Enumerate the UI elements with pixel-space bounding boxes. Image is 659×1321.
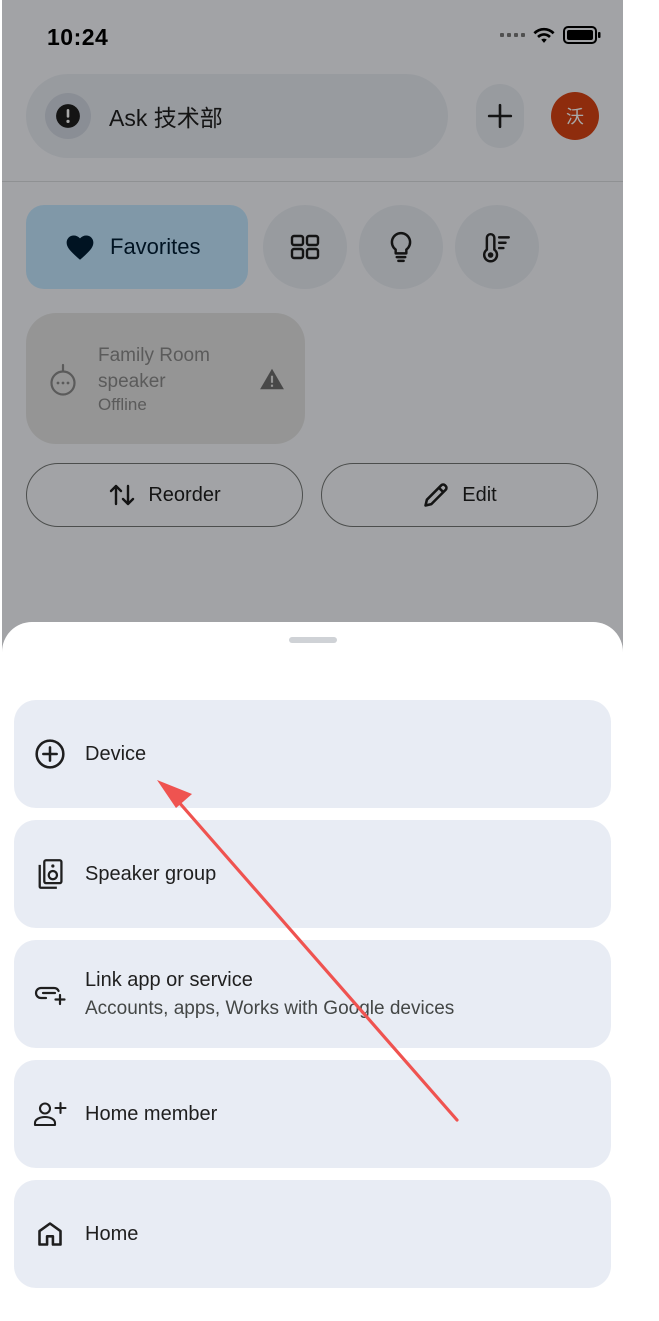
sheet-item-title: Device: [85, 742, 147, 765]
sheet-item-title: Home member: [85, 1102, 218, 1125]
sheet-item-title: Home: [85, 1222, 139, 1245]
sheet-item-subtitle: Accounts, apps, Works with Google device…: [85, 997, 455, 1019]
sheet-item-home-member[interactable]: Home member: [14, 1060, 611, 1168]
add-circle-icon: [33, 737, 67, 771]
sheet-item-texts: Device: [85, 743, 146, 766]
modal-scrim[interactable]: [2, 0, 623, 660]
sheet-item-texts: Speaker group: [85, 863, 216, 886]
sheet-drag-handle[interactable]: [289, 637, 337, 643]
person-add-icon: [33, 1097, 67, 1131]
sheet-item-texts: Home: [85, 1223, 138, 1246]
sheet-item-title: Speaker group: [85, 862, 217, 885]
add-bottom-sheet: Device Speaker group Link app or service…: [2, 622, 623, 1321]
phone-screen: 10:24 Ask 技术部 沃 Favorites Family Room sp…: [2, 0, 623, 1321]
sheet-item-device[interactable]: Device: [14, 700, 611, 808]
sheet-item-link-app[interactable]: Link app or service Accounts, apps, Work…: [14, 940, 611, 1048]
sheet-item-title: Link app or service: [85, 968, 253, 991]
sheet-item-texts: Link app or service Accounts, apps, Work…: [85, 969, 454, 1020]
sheet-item-speaker-group[interactable]: Speaker group: [14, 820, 611, 928]
link-add-icon: [33, 977, 67, 1011]
home-icon: [33, 1217, 67, 1251]
sheet-item-home[interactable]: Home: [14, 1180, 611, 1288]
sheet-item-texts: Home member: [85, 1103, 217, 1126]
speaker-group-icon: [33, 857, 67, 891]
